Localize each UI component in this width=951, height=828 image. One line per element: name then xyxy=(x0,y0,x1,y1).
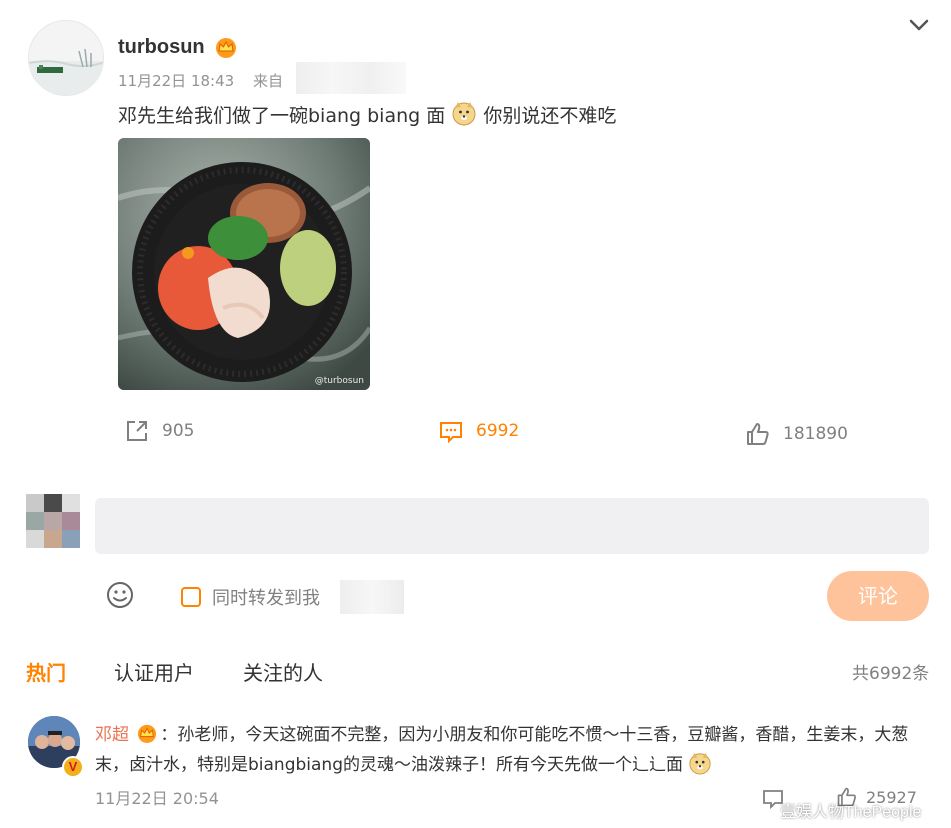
like-button[interactable]: 181890 xyxy=(745,421,848,447)
submit-comment-button[interactable]: 评论 xyxy=(827,571,929,621)
comment-icon xyxy=(440,422,462,444)
post-body: 邓先生给我们做了一碗biang biang 面 你别说还不难吃 xyxy=(118,100,616,128)
crown-icon xyxy=(216,38,236,58)
post-text-part-2: 你别说还不难吃 xyxy=(483,105,617,127)
comment-input[interactable] xyxy=(95,498,929,554)
blurred-forward-target xyxy=(340,580,404,614)
comment-count: 6992 xyxy=(476,421,520,441)
tab-following[interactable]: 关注的人 xyxy=(243,657,323,686)
comment-text: ：孙老师，今天这碗面不完整，因为小朋友和你可能吃不惯～十三香，豆瓣酱，香醋，生姜… xyxy=(95,725,909,775)
forward-checkbox[interactable] xyxy=(181,587,201,607)
repost-count: 905 xyxy=(162,421,195,441)
forward-label: 同时转发到我 xyxy=(212,588,320,609)
comment-body: 邓超 ：孙老师，今天这碗面不完整，因为小朋友和你可能吃不惯～十三香，豆瓣酱，香醋… xyxy=(95,720,925,780)
snow-landscape-image xyxy=(29,21,103,95)
doge-emoji-icon xyxy=(452,102,476,126)
post-text-part-1: 邓先生给我们做了一碗biang biang 面 xyxy=(118,105,446,127)
blurred-source xyxy=(296,62,406,94)
post-image[interactable]: @turbosun xyxy=(118,138,370,390)
repost-button[interactable]: 905 xyxy=(124,418,194,444)
verified-badge: V xyxy=(62,756,84,778)
crown-icon xyxy=(138,724,157,743)
chevron-down-icon[interactable] xyxy=(906,12,932,38)
thumbs-up-icon xyxy=(747,423,769,445)
tab-verified-users[interactable]: 认证用户 xyxy=(114,657,194,686)
emoji-picker-icon[interactable] xyxy=(105,580,135,610)
post-timestamp: 11月22日 18:43 xyxy=(118,72,235,90)
author-avatar[interactable] xyxy=(28,20,104,96)
image-watermark: @turbosun xyxy=(314,376,364,386)
share-icon xyxy=(127,421,147,441)
like-count: 181890 xyxy=(783,424,848,444)
noodle-bowl-image xyxy=(118,138,370,390)
comment-author-name[interactable]: 邓超 xyxy=(95,725,129,745)
author-name[interactable]: turbosun xyxy=(118,36,205,59)
comment-button[interactable]: 6992 xyxy=(438,418,519,444)
current-user-avatar xyxy=(26,494,80,548)
tab-hot[interactable]: 热门 xyxy=(26,657,66,686)
doge-emoji-icon xyxy=(689,752,712,775)
post-source-label: 来自 xyxy=(253,72,284,90)
comment-timestamp: 11月22日 20:54 xyxy=(95,789,219,808)
site-watermark: 壹娱人物ThePeople xyxy=(780,804,922,821)
total-comment-count: 共6992条 xyxy=(852,664,930,684)
